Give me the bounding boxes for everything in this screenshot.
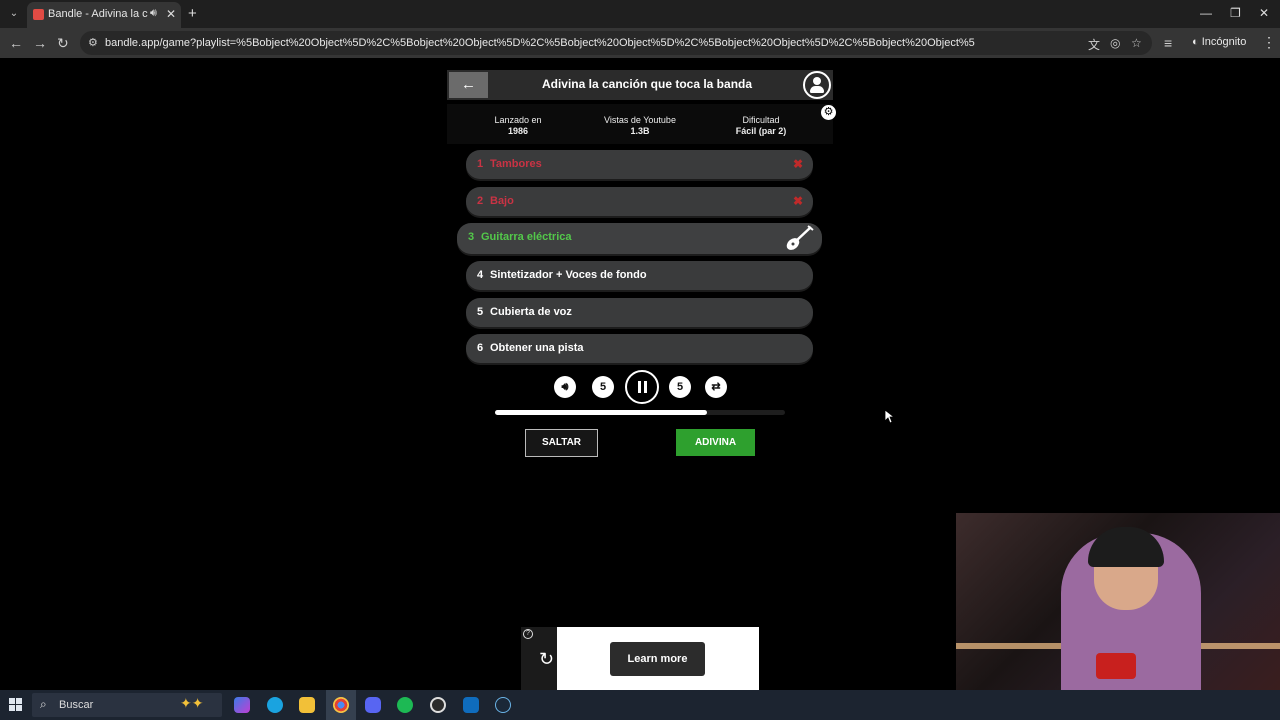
- streamer-beanie: [1088, 527, 1164, 567]
- playback-progress[interactable]: [495, 410, 785, 415]
- chrome-icon[interactable]: [333, 697, 349, 713]
- edge-icon[interactable]: [267, 697, 283, 713]
- search-placeholder: Buscar: [59, 699, 94, 711]
- row-label: Tambores: [490, 158, 542, 170]
- info-release: Lanzado en 1986: [463, 115, 573, 136]
- steam-icon[interactable]: [495, 697, 511, 713]
- instrument-row-drums: 1 Tambores ✖: [466, 150, 813, 179]
- minimize-icon[interactable]: —: [1200, 6, 1212, 20]
- learn-more-button[interactable]: Learn more: [610, 642, 705, 676]
- row-label: Guitarra eléctrica: [481, 231, 572, 243]
- back-arrow-icon[interactable]: ←: [9, 35, 23, 51]
- info-value: 1.3B: [630, 126, 650, 136]
- address-bar[interactable]: ⚙ bandle.app/game?playlist=%5Bobject%20O…: [80, 31, 1152, 55]
- info-label: Lanzado en: [494, 115, 542, 125]
- gear-icon[interactable]: ⚙: [821, 105, 836, 120]
- profile-icon[interactable]: [803, 71, 831, 99]
- forward-arrow-icon[interactable]: →: [33, 35, 47, 51]
- sparkle-icon: ✦✦: [180, 695, 204, 711]
- game-title: Adivina la canción que toca la banda: [541, 77, 753, 91]
- url-text[interactable]: bandle.app/game?playlist=%5Bobject%20Obj…: [105, 37, 975, 49]
- rewind-5-icon[interactable]: 5: [592, 376, 614, 398]
- browser-toolbar: ← → ↻ ⚙ bandle.app/game?playlist=%5Bobje…: [0, 28, 1280, 58]
- taskbar-search[interactable]: ⌕ Buscar ✦✦: [32, 693, 222, 717]
- info-youtube-views: Vistas de Youtube 1.3B: [585, 115, 695, 136]
- row-number: 4: [477, 269, 484, 281]
- incognito-label: Incógnito: [1201, 36, 1247, 48]
- webcam-overlay: [956, 513, 1280, 690]
- copilot-icon[interactable]: [234, 697, 250, 713]
- info-difficulty: Dificultad Fácil (par 2): [706, 115, 816, 136]
- electric-guitar-icon: [786, 225, 814, 250]
- more-menu-icon[interactable]: ⋮: [1262, 34, 1276, 51]
- row-number: 3: [468, 231, 475, 243]
- row-label: Sintetizador + Voces de fondo: [490, 269, 647, 281]
- bookmark-star-icon[interactable]: ☆: [1131, 36, 1142, 50]
- info-label: Dificultad: [742, 115, 780, 125]
- windows-start-icon[interactable]: [9, 698, 23, 712]
- wrong-x-icon: ✖: [792, 194, 803, 208]
- tab-search-icon[interactable]: ⌄: [6, 6, 22, 22]
- row-label: Cubierta de voz: [490, 306, 572, 318]
- spotify-icon[interactable]: [397, 697, 413, 713]
- row-number: 6: [477, 342, 484, 354]
- site-settings-icon[interactable]: ⚙: [88, 36, 98, 49]
- pause-icon[interactable]: [625, 370, 659, 404]
- reload-icon[interactable]: ↻: [57, 35, 69, 52]
- rewind-label: 5: [599, 381, 607, 393]
- eye-off-icon[interactable]: ◎: [1110, 36, 1120, 50]
- row-label: Obtener una pista: [490, 342, 584, 354]
- incognito-icon: ◐: [1192, 36, 1202, 48]
- info-value: Fácil (par 2): [735, 126, 787, 136]
- restore-icon[interactable]: ❐: [1230, 6, 1241, 20]
- volume-icon[interactable]: 🔊︎: [554, 376, 576, 398]
- ad-help-icon[interactable]: ?: [523, 629, 533, 639]
- info-label: Vistas de Youtube: [604, 115, 676, 125]
- replay-icon[interactable]: ↻: [539, 649, 554, 670]
- instrument-row-bass: 2 Bajo ✖: [466, 187, 813, 216]
- tab-close-icon[interactable]: ✕: [166, 7, 176, 21]
- row-number: 2: [477, 195, 484, 207]
- microphone: [1096, 653, 1136, 679]
- instrument-row-synth: 4 Sintetizador + Voces de fondo: [466, 261, 813, 290]
- progress-fill: [495, 410, 707, 415]
- instrument-row-vocals: 5 Cubierta de voz: [466, 298, 813, 327]
- browser-tab[interactable]: Bandle - Adivina la canción 🔊︎ ✕: [27, 2, 181, 28]
- row-number: 1: [477, 158, 484, 170]
- search-icon: ⌕: [40, 697, 47, 711]
- row-label: Bajo: [490, 195, 514, 207]
- bandle-favicon-icon: [33, 9, 44, 20]
- mouse-cursor-icon: [885, 410, 895, 424]
- incognito-indicator[interactable]: ◐ Incógnito: [1192, 36, 1246, 48]
- guess-button[interactable]: ADIVINA: [676, 429, 755, 456]
- tab-audio-icon[interactable]: 🔊︎: [150, 7, 157, 20]
- back-button[interactable]: ←: [449, 72, 488, 98]
- close-window-icon[interactable]: ✕: [1259, 6, 1269, 20]
- row-number: 5: [477, 306, 484, 318]
- game-header: ← Adivina la canción que toca la banda: [447, 70, 833, 100]
- wrong-x-icon: ✖: [792, 157, 803, 171]
- hint-row[interactable]: 6 Obtener una pista: [466, 334, 813, 363]
- discord-icon[interactable]: [365, 697, 381, 713]
- windows-taskbar: ⌕ Buscar ✦✦: [0, 690, 1280, 720]
- ad-banner[interactable]: ? ↻ Learn more: [521, 627, 759, 691]
- forward-label: 5: [676, 381, 684, 393]
- browser-tab-strip: ⌄ Bandle - Adivina la canción 🔊︎ ✕ + — ❐…: [0, 0, 1280, 28]
- obs-icon[interactable]: [430, 697, 446, 713]
- song-info-panel: Lanzado en 1986 Vistas de Youtube 1.3B D…: [447, 104, 833, 144]
- skip-button[interactable]: SALTAR: [525, 429, 598, 457]
- file-explorer-icon[interactable]: [299, 697, 315, 713]
- new-tab-button[interactable]: +: [188, 5, 197, 22]
- reading-list-icon[interactable]: ≡: [1164, 35, 1172, 51]
- outlook-icon[interactable]: [463, 697, 479, 713]
- ad-thumbnail: ? ↻: [521, 627, 557, 691]
- forward-5-icon[interactable]: 5: [669, 376, 691, 398]
- info-value: 1986: [507, 126, 529, 136]
- instrument-row-electric-guitar: 3 Guitarra eléctrica: [457, 223, 822, 254]
- tab-title: Bandle - Adivina la canción: [48, 8, 148, 20]
- translate-icon[interactable]: 文: [1088, 36, 1100, 53]
- repeat-off-icon[interactable]: ⇄: [705, 376, 727, 398]
